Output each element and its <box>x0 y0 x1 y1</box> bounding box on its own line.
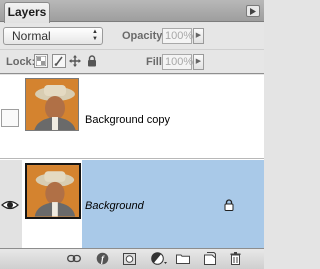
folder-icon <box>175 254 190 264</box>
blend-mode-value: Normal <box>12 29 51 43</box>
layer-lock-indicator <box>224 199 235 211</box>
lock-position-button[interactable] <box>68 54 82 68</box>
padlock-icon <box>224 199 234 211</box>
brush-icon <box>54 56 63 66</box>
blend-mode-select[interactable]: Normal ▲ ▼ <box>3 27 103 45</box>
layer-style-icon: f <box>96 252 109 265</box>
adjustment-layer-button[interactable] <box>150 252 168 265</box>
lock-image-button[interactable] <box>52 54 66 68</box>
opacity-label: Opacity: <box>122 30 167 42</box>
new-group-button[interactable] <box>175 252 190 265</box>
layer-thumbnail <box>25 163 81 219</box>
padlock-icon <box>88 55 96 67</box>
triangle-right-icon <box>250 7 256 15</box>
opacity-slider-button[interactable]: ▶ <box>193 28 204 44</box>
opacity-input[interactable]: 100% <box>162 28 193 44</box>
move-arrows-icon <box>69 55 81 67</box>
tab-layers[interactable]: Layers <box>4 2 50 23</box>
link-layers-button[interactable] <box>66 252 81 265</box>
new-layer-icon <box>203 252 216 265</box>
checkerboard-icon <box>36 56 46 66</box>
layer-name: Background <box>85 200 144 212</box>
portrait-thumbnail-icon <box>26 79 78 130</box>
mask-icon <box>123 252 136 265</box>
up-down-arrows-icon: ▲ ▼ <box>92 29 98 42</box>
layer-style-button[interactable]: f <box>95 252 110 265</box>
adjustment-icon <box>150 252 167 265</box>
lock-all-button[interactable] <box>85 54 99 68</box>
visibility-toggle[interactable] <box>1 196 19 214</box>
eye-icon <box>1 200 19 210</box>
trash-icon <box>230 252 241 265</box>
lock-label: Lock: <box>6 56 36 68</box>
layer-name: Background copy <box>85 114 170 126</box>
portrait-thumbnail-icon <box>27 165 79 217</box>
add-mask-button[interactable] <box>122 252 137 265</box>
delete-layer-button[interactable] <box>228 252 243 265</box>
fill-slider-button[interactable]: ▶ <box>193 54 204 70</box>
layer-thumbnail <box>25 78 79 131</box>
panel-menu-button[interactable] <box>246 5 260 17</box>
link-icon <box>66 254 81 263</box>
new-layer-button[interactable] <box>202 252 217 265</box>
fill-input[interactable]: 100% <box>162 54 193 70</box>
lock-transparent-button[interactable] <box>34 54 48 68</box>
visibility-toggle[interactable] <box>1 109 19 127</box>
